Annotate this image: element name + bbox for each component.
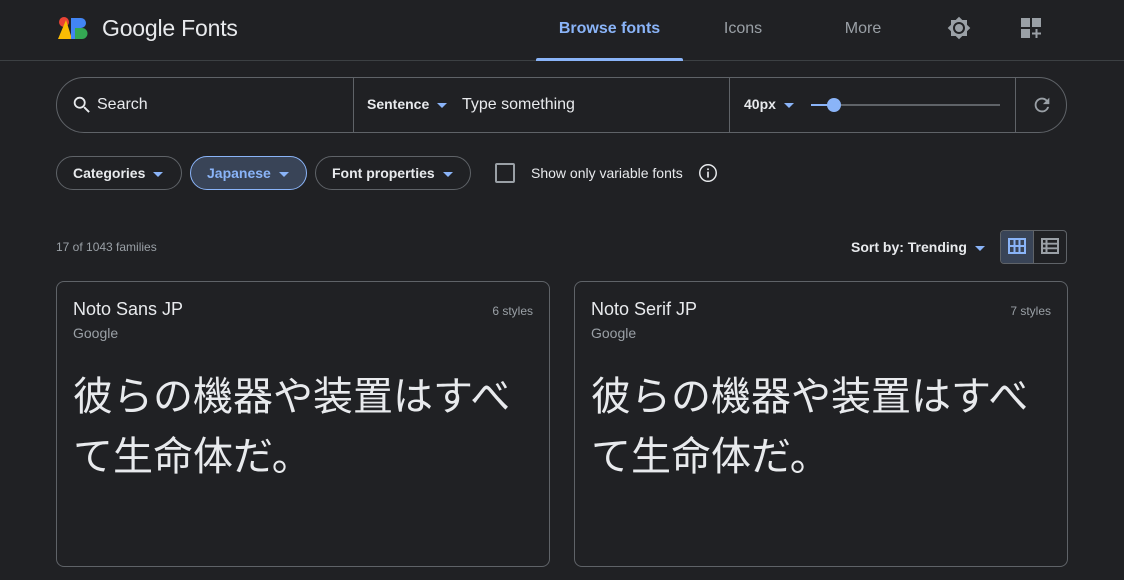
view-toggle — [1000, 230, 1067, 264]
nav-more[interactable]: More — [823, 0, 903, 60]
results-count: 17 of 1043 families — [56, 240, 157, 254]
font-size-select[interactable]: 40px — [744, 96, 794, 112]
search-icon — [73, 96, 90, 113]
sort-select[interactable]: Sort by: Trending — [851, 239, 985, 255]
variable-fonts-checkbox[interactable] — [495, 163, 515, 183]
font-card[interactable]: Noto Serif JP Google 7 styles 彼らの機器や装置はす… — [574, 281, 1068, 567]
font-size-slider[interactable] — [811, 98, 1000, 112]
categories-filter[interactable]: Categories — [56, 156, 182, 190]
font-card[interactable]: Noto Sans JP Google 6 styles 彼らの機器や装置はすべ… — [56, 281, 550, 567]
preview-mode-label: Sentence — [367, 96, 430, 112]
list-view-icon — [1041, 238, 1059, 254]
preview-text-input[interactable] — [462, 92, 722, 118]
font-foundry: Google — [591, 325, 637, 341]
nav-browse-fonts[interactable]: Browse fonts — [536, 0, 683, 61]
grid-view-button[interactable] — [1001, 231, 1034, 263]
font-sample: 彼らの機器や装置はすべて生命体だ。 — [591, 374, 1029, 480]
search-input[interactable] — [97, 92, 347, 118]
search-toolbar: Sentence 40px — [56, 77, 1067, 133]
font-name: Noto Serif JP — [591, 299, 698, 319]
chevron-down-icon — [278, 171, 289, 177]
preview-mode-select[interactable]: Sentence — [367, 96, 448, 112]
grid-view-icon — [1008, 238, 1026, 254]
font-name: Noto Sans JP — [73, 299, 184, 319]
brand-name[interactable]: Google Fonts — [102, 15, 238, 42]
slider-thumb[interactable] — [826, 98, 841, 112]
font-properties-filter[interactable]: Font properties — [315, 156, 471, 190]
categories-label: Categories — [73, 165, 146, 181]
chevron-down-icon — [974, 245, 985, 251]
refresh-icon[interactable] — [1031, 94, 1053, 116]
chevron-down-icon — [442, 171, 453, 177]
font-size-label: 40px — [744, 96, 776, 112]
chevron-down-icon — [437, 102, 448, 108]
font-properties-label: Font properties — [332, 165, 435, 181]
font-sample: 彼らの機器や装置はすべて生命体だ。 — [73, 374, 511, 480]
chevron-down-icon — [783, 102, 794, 108]
divider — [729, 78, 730, 132]
style-count: 6 styles — [492, 304, 533, 318]
sort-label: Sort by: Trending — [851, 239, 967, 255]
chevron-down-icon — [153, 171, 164, 177]
list-view-button[interactable] — [1034, 231, 1066, 263]
nav-icons[interactable]: Icons — [703, 0, 783, 60]
brightness-icon[interactable] — [947, 16, 971, 40]
top-app-bar: Google Fonts Browse fonts Icons More — [0, 0, 1124, 61]
google-fonts-logo[interactable] — [57, 16, 89, 40]
font-foundry: Google — [73, 325, 119, 341]
info-icon[interactable] — [697, 162, 719, 184]
language-filter[interactable]: Japanese — [190, 156, 307, 190]
divider — [1015, 78, 1016, 132]
apps-add-icon[interactable] — [1019, 16, 1043, 40]
divider — [353, 78, 354, 132]
style-count: 7 styles — [1010, 304, 1051, 318]
variable-fonts-label[interactable]: Show only variable fonts — [531, 165, 683, 181]
language-label: Japanese — [207, 165, 271, 181]
